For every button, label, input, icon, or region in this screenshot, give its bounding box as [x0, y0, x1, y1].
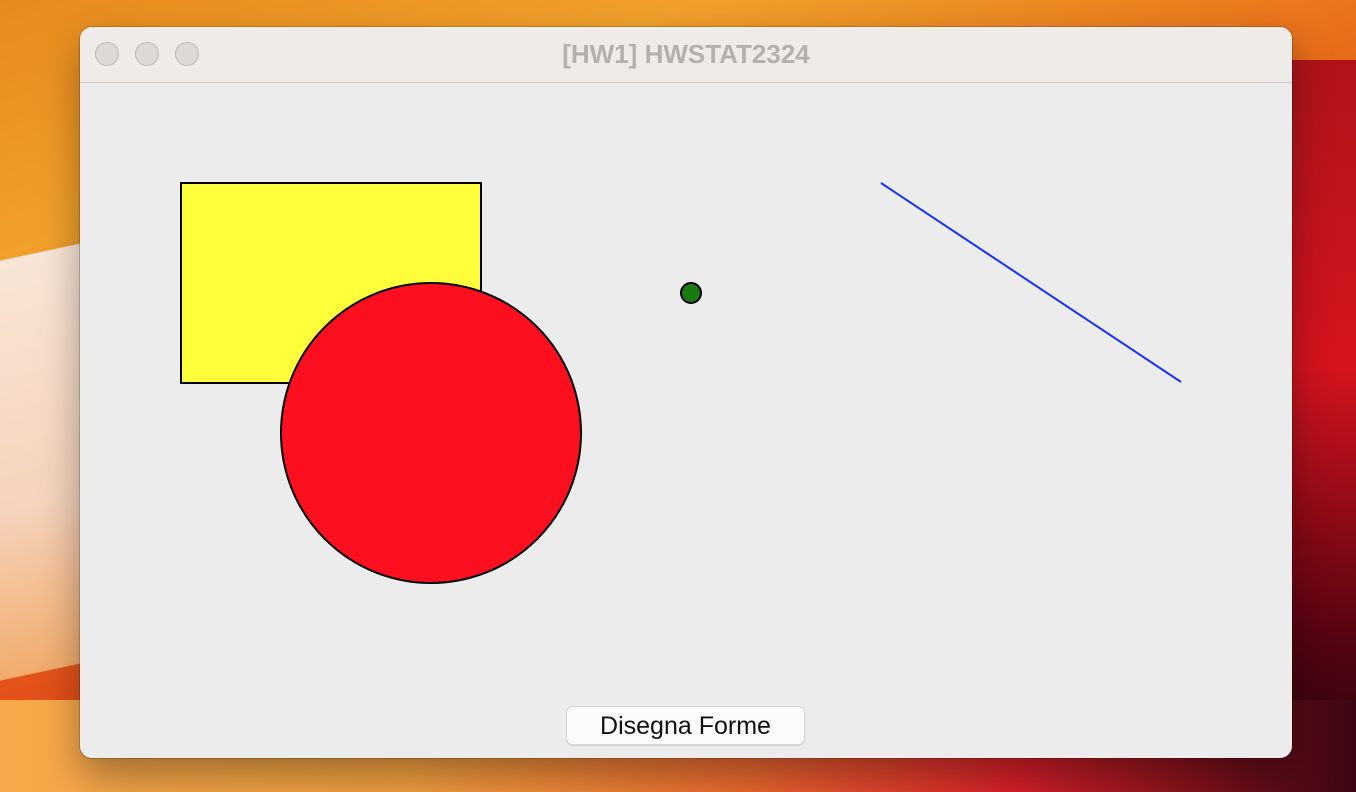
- shapes-svg: [180, 182, 1182, 584]
- blue-line: [880, 182, 1182, 383]
- app-window: [HW1] HWSTAT2324 Disegna Forme: [80, 27, 1292, 758]
- draw-shapes-button[interactable]: Disegna Forme: [566, 706, 805, 745]
- drawing-canvas[interactable]: [80, 83, 1292, 758]
- title-bar[interactable]: [HW1] HWSTAT2324: [80, 27, 1292, 83]
- green-point: [680, 282, 702, 304]
- window-title: [HW1] HWSTAT2324: [562, 39, 810, 69]
- red-circle: [280, 282, 582, 584]
